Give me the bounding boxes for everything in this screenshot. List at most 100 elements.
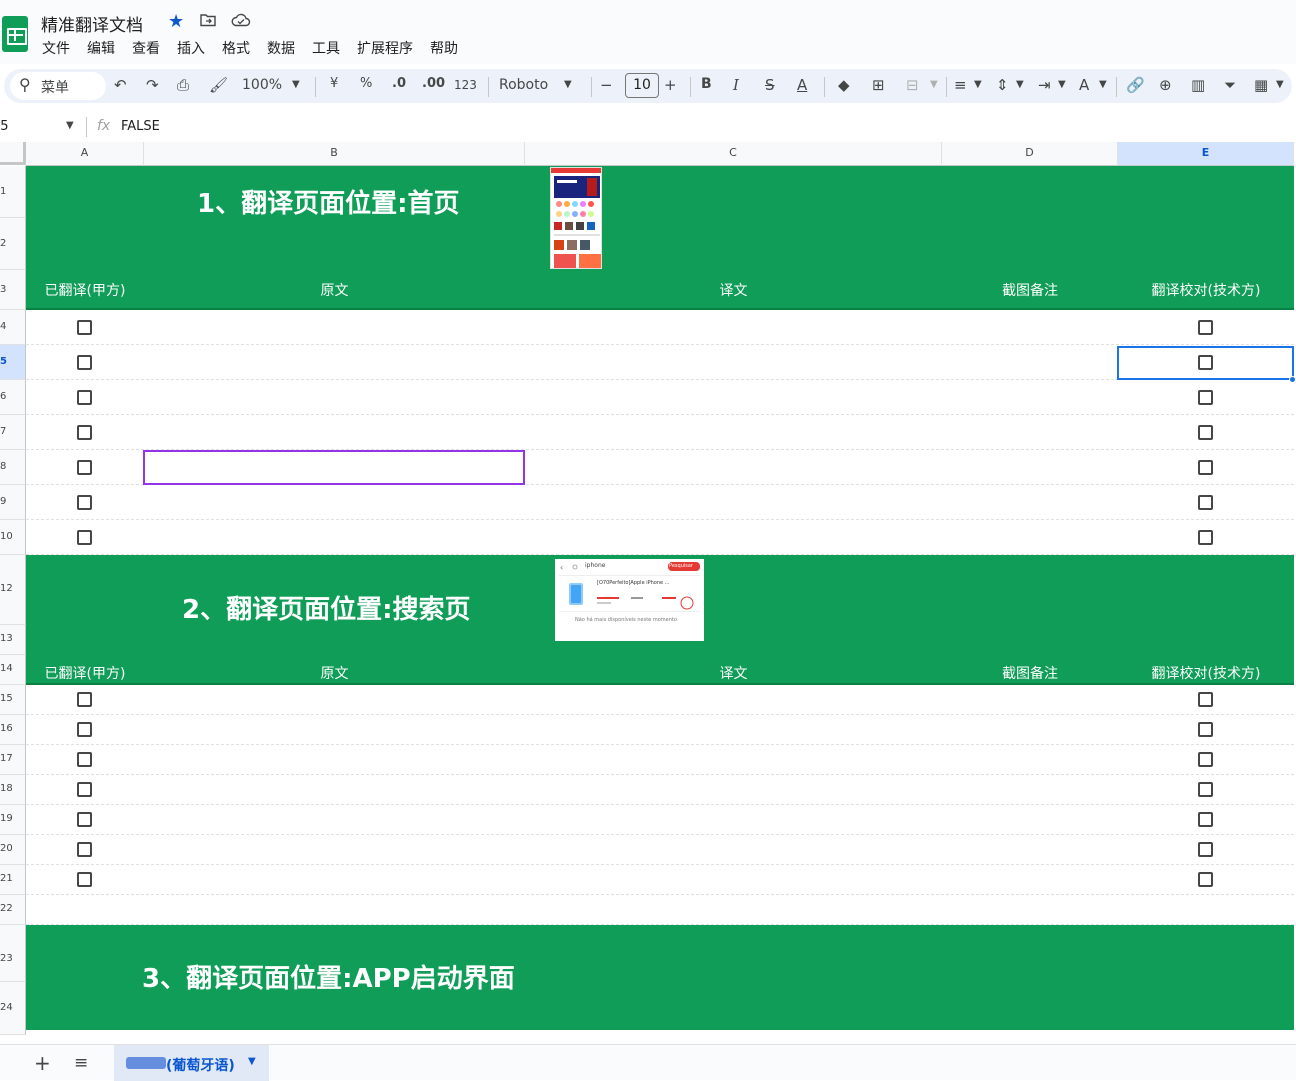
row-header[interactable]: 16 — [0, 715, 26, 745]
menu-edit[interactable]: 编辑 — [87, 38, 115, 58]
row-header[interactable]: 10 — [0, 520, 26, 555]
translated-checkbox[interactable] — [77, 842, 92, 857]
proofread-checkbox[interactable] — [1198, 872, 1213, 887]
horizontal-align-icon[interactable]: ≡ — [954, 76, 967, 94]
translated-checkbox[interactable] — [77, 355, 92, 370]
menu-help[interactable]: 帮助 — [430, 38, 458, 58]
menu-data[interactable]: 数据 — [267, 38, 295, 58]
number-format-button[interactable]: 123 — [454, 78, 477, 92]
insert-comment-icon[interactable]: ⊕ — [1159, 76, 1172, 94]
row-header[interactable]: 13 — [0, 625, 26, 655]
proofread-checkbox[interactable] — [1198, 692, 1213, 707]
currency-format-button[interactable]: ¥ — [330, 76, 338, 91]
bold-icon[interactable]: B — [701, 76, 712, 92]
translated-checkbox[interactable] — [77, 425, 92, 440]
all-sheets-icon[interactable]: ≡ — [74, 1053, 88, 1073]
filter-views-icon[interactable]: ▦ — [1254, 76, 1268, 94]
filter-views-dropdown-icon[interactable]: ▼ — [1276, 79, 1284, 90]
proofread-checkbox[interactable] — [1198, 812, 1213, 827]
proofread-checkbox[interactable] — [1198, 722, 1213, 737]
wrap-dropdown-icon[interactable]: ▼ — [1058, 79, 1066, 90]
borders-icon[interactable]: ⊞ — [872, 76, 885, 94]
text-color-icon[interactable]: A — [797, 76, 807, 94]
row-header[interactable]: 14 — [0, 655, 26, 685]
select-all-corner[interactable] — [0, 142, 26, 165]
column-header-c[interactable]: C — [525, 142, 942, 166]
column-header-d[interactable]: D — [942, 142, 1118, 166]
row-header[interactable]: 7 — [0, 415, 26, 450]
font-dropdown-icon[interactable]: ▼ — [564, 79, 572, 90]
font-size-input[interactable]: 10 — [625, 73, 659, 98]
row-header[interactable]: 18 — [0, 775, 26, 805]
proofread-checkbox[interactable] — [1198, 390, 1213, 405]
row-header[interactable]: 24 — [0, 982, 26, 1035]
strikethrough-icon[interactable]: S — [765, 76, 775, 94]
translated-checkbox[interactable] — [77, 812, 92, 827]
sheet-tab[interactable]: (葡萄牙语) ▼ — [114, 1045, 269, 1081]
row-header[interactable]: 17 — [0, 745, 26, 775]
decrease-font-size-button[interactable]: − — [600, 76, 613, 94]
fill-handle[interactable] — [1289, 376, 1296, 383]
row-header[interactable]: 9 — [0, 485, 26, 520]
search-menus-button[interactable]: ⚲ 菜单 — [10, 72, 106, 100]
sheet-tab-dropdown-icon[interactable]: ▼ — [248, 1056, 256, 1067]
rotation-dropdown-icon[interactable]: ▼ — [1099, 79, 1107, 90]
row-header[interactable]: 4 — [0, 310, 26, 345]
add-sheet-icon[interactable]: + — [34, 1051, 51, 1075]
row-header[interactable]: 20 — [0, 835, 26, 865]
zoom-dropdown-icon[interactable]: ▼ — [292, 79, 300, 90]
row-header[interactable]: 6 — [0, 380, 26, 415]
text-wrapping-icon[interactable]: ⇥ — [1038, 76, 1051, 94]
translated-checkbox[interactable] — [77, 722, 92, 737]
row-header[interactable]: 19 — [0, 805, 26, 835]
redo-icon[interactable]: ↷ — [146, 76, 159, 94]
italic-icon[interactable]: I — [733, 76, 739, 94]
sheets-logo-icon[interactable] — [2, 16, 28, 52]
row-header[interactable]: 2 — [0, 218, 26, 270]
name-box-dropdown-icon[interactable]: ▼ — [66, 120, 74, 131]
proofread-checkbox[interactable] — [1198, 752, 1213, 767]
increase-decimal-button[interactable]: .00 — [422, 76, 445, 91]
proofread-checkbox[interactable] — [1198, 495, 1213, 510]
zoom-select[interactable]: 100% — [242, 77, 282, 93]
percent-format-button[interactable]: % — [360, 76, 372, 91]
increase-font-size-button[interactable]: + — [664, 76, 677, 94]
selected-cell-e5[interactable] — [1117, 346, 1294, 380]
homepage-screenshot-image[interactable] — [550, 167, 602, 269]
translated-checkbox[interactable] — [77, 390, 92, 405]
menu-tools[interactable]: 工具 — [312, 38, 340, 58]
row-header[interactable]: 15 — [0, 685, 26, 715]
print-icon[interactable]: ⎙ — [177, 76, 189, 94]
insert-chart-icon[interactable]: ▥ — [1191, 76, 1205, 94]
menu-format[interactable]: 格式 — [222, 38, 250, 58]
move-folder-icon[interactable] — [200, 12, 216, 31]
row-header[interactable]: 1 — [0, 166, 26, 218]
menu-extensions[interactable]: 扩展程序 — [357, 38, 413, 58]
menu-file[interactable]: 文件 — [42, 38, 70, 58]
translated-checkbox[interactable] — [77, 782, 92, 797]
translated-checkbox[interactable] — [77, 530, 92, 545]
proofread-checkbox[interactable] — [1198, 782, 1213, 797]
star-icon[interactable]: ★ — [168, 11, 184, 32]
proofread-checkbox[interactable] — [1198, 842, 1213, 857]
row-header[interactable]: 3 — [0, 270, 26, 310]
row-header[interactable]: 8 — [0, 450, 26, 485]
text-rotation-icon[interactable]: A — [1079, 76, 1089, 94]
translated-checkbox[interactable] — [77, 872, 92, 887]
translated-checkbox[interactable] — [77, 495, 92, 510]
proofread-checkbox[interactable] — [1198, 530, 1213, 545]
paint-format-icon[interactable]: 🖌 — [209, 76, 228, 94]
filter-icon[interactable]: ⏷ — [1224, 76, 1236, 94]
search-page-screenshot-image[interactable]: ‹ iphone Pesquisar [O70Perfeito]Apple iP… — [555, 559, 704, 641]
row-header[interactable]: 21 — [0, 865, 26, 895]
undo-icon[interactable]: ↶ — [114, 76, 127, 94]
translated-checkbox[interactable] — [77, 692, 92, 707]
formula-input[interactable]: FALSE — [121, 119, 160, 134]
row-header[interactable]: 22 — [0, 895, 26, 925]
proofread-checkbox[interactable] — [1198, 460, 1213, 475]
valign-dropdown-icon[interactable]: ▼ — [1016, 79, 1024, 90]
column-header-b[interactable]: B — [144, 142, 525, 166]
align-dropdown-icon[interactable]: ▼ — [974, 79, 982, 90]
translated-checkbox[interactable] — [77, 320, 92, 335]
cloud-status-icon[interactable] — [231, 12, 251, 31]
